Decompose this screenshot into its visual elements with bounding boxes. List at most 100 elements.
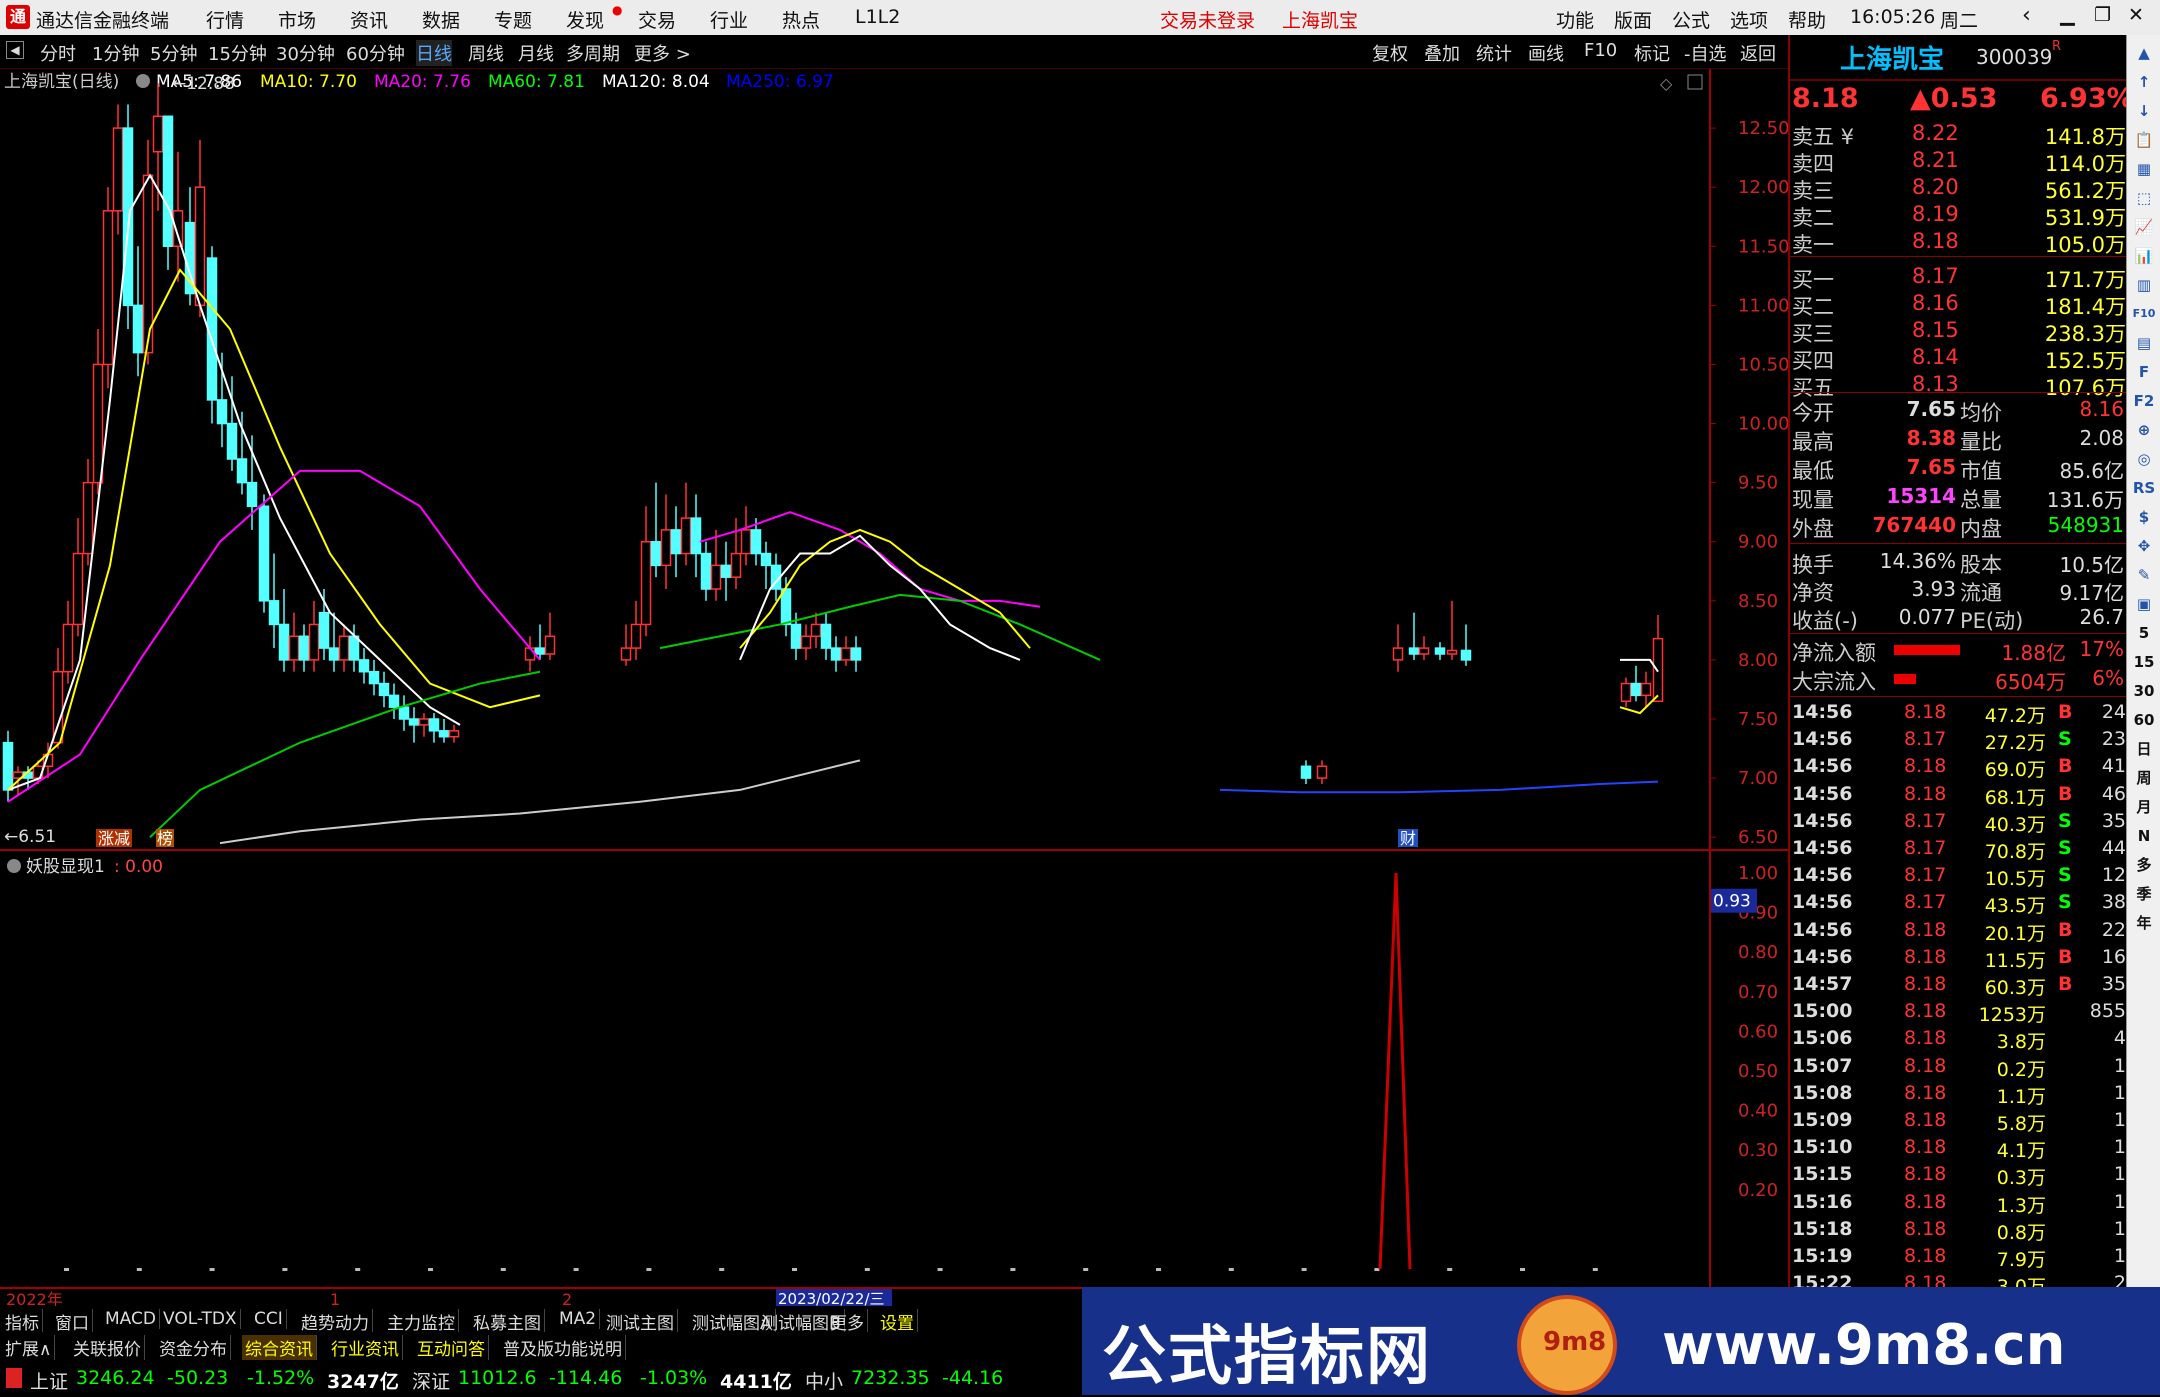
tick-row[interactable]: 14:56 8.18 47.2万 B 24 [1790, 701, 2128, 727]
menu-shichang[interactable]: 市场 [278, 6, 316, 33]
tick-row[interactable]: 15:06 8.18 3.8万 4 [1790, 1027, 2128, 1053]
tick-row[interactable]: 14:56 8.17 43.5万 S 38 [1790, 891, 2128, 917]
side-tool-icon[interactable]: ▣ [2132, 592, 2156, 616]
tick-row[interactable]: 15:18 8.18 0.8万 1 [1790, 1218, 2128, 1244]
back-arrow-icon[interactable]: ‹ [2022, 3, 2031, 28]
diamond-icon[interactable]: ◇ [1660, 74, 1673, 93]
tick-row[interactable]: 15:00 8.18 1253万 855 [1790, 1000, 2128, 1026]
period-multi[interactable]: 多周期 [566, 40, 620, 66]
menu-shuju[interactable]: 数据 [422, 6, 460, 33]
tick-row[interactable]: 14:57 8.18 60.3万 B 35 [1790, 973, 2128, 999]
tick-row[interactable]: 14:56 8.17 70.8万 S 44 [1790, 837, 2128, 863]
indicator-tab[interactable]: 测试主图 [603, 1309, 678, 1334]
ind-settings-icon[interactable] [7, 859, 21, 873]
index-name[interactable]: 中小 [805, 1367, 843, 1394]
info-tab[interactable]: 普及版功能说明 [500, 1335, 626, 1360]
side-tool-icon[interactable]: ▲ [2132, 41, 2156, 65]
indicator-tab[interactable]: MA2 [556, 1309, 601, 1329]
menu-faxian[interactable]: 发现 [566, 6, 604, 33]
indicator-tab[interactable]: 指标 [2, 1309, 43, 1334]
menu-hangqing[interactable]: 行情 [206, 6, 244, 33]
index-name[interactable]: 上证 [30, 1367, 68, 1394]
side-tool-icon[interactable]: 📈 [2132, 215, 2156, 239]
indicator-tab[interactable]: MACD [102, 1309, 160, 1329]
side-tool-icon[interactable]: F10 [2132, 302, 2156, 326]
side-tool-icon[interactable]: 日 [2132, 737, 2156, 761]
side-tool-icon[interactable]: ✥ [2132, 534, 2156, 558]
menu-jiaoyi[interactable]: 交易 [638, 6, 676, 33]
tick-row[interactable]: 15:19 8.18 7.9万 1 [1790, 1245, 2128, 1271]
kline-chart[interactable]: 12.5012.0011.5011.0010.5010.009.509.008.… [0, 69, 1788, 1306]
settings-dot-icon[interactable] [136, 74, 150, 88]
minimize-icon[interactable]: ▁ [2060, 4, 2075, 26]
collapse-icon[interactable]: ◀ [6, 41, 24, 59]
side-tool-icon[interactable]: 年 [2132, 911, 2156, 935]
indicator-tab[interactable]: 窗口 [52, 1309, 93, 1334]
menu-zhuanti[interactable]: 专题 [494, 6, 532, 33]
menu-gongneng[interactable]: 功能 [1556, 6, 1594, 33]
tick-row[interactable]: 15:16 8.18 1.3万 1 [1790, 1191, 2128, 1217]
side-tool-icon[interactable]: F2 [2132, 389, 2156, 413]
period-1min[interactable]: 1分钟 [92, 40, 139, 66]
indicator-tab[interactable]: 趋势动力 [298, 1309, 373, 1334]
tick-row[interactable]: 14:56 8.17 40.3万 S 35 [1790, 810, 2128, 836]
indicator-tab[interactable]: 私募主图 [470, 1309, 545, 1334]
period-5min[interactable]: 5分钟 [150, 40, 197, 66]
side-tool-icon[interactable]: 📊 [2132, 244, 2156, 268]
btn-zixuan[interactable]: -自选 [1684, 40, 1727, 66]
side-tool-icon[interactable]: RS [2132, 476, 2156, 500]
tick-row[interactable]: 14:56 8.18 20.1万 B 22 [1790, 919, 2128, 945]
indicator-tab[interactable]: VOL-TDX [160, 1309, 241, 1329]
indicator-tab[interactable]: 设置 [877, 1309, 918, 1334]
side-tool-icon[interactable]: ▥ [2132, 273, 2156, 297]
indicator-tab[interactable]: 更多 [827, 1309, 868, 1334]
side-tool-icon[interactable]: ✎ [2132, 563, 2156, 587]
side-tool-icon[interactable]: ⬚ [2132, 186, 2156, 210]
tick-row[interactable]: 15:07 8.18 0.2万 1 [1790, 1055, 2128, 1081]
side-tool-icon[interactable]: 📋 [2132, 128, 2156, 152]
side-tool-icon[interactable]: $ [2132, 505, 2156, 529]
btn-huaxian[interactable]: 画线 [1528, 40, 1564, 66]
info-tab[interactable]: 扩展∧ [2, 1335, 56, 1360]
side-tool-icon[interactable]: N [2132, 824, 2156, 848]
side-tool-icon[interactable]: 15 [2132, 650, 2156, 674]
period-daily[interactable]: 日线 [416, 40, 452, 66]
info-tab[interactable]: 行业资讯 [328, 1335, 403, 1360]
indicator-tab[interactable]: 主力监控 [384, 1309, 459, 1334]
btn-biaoji[interactable]: 标记 [1634, 40, 1670, 66]
period-60min[interactable]: 60分钟 [346, 40, 405, 66]
side-tool-icon[interactable]: 季 [2132, 882, 2156, 906]
login-status[interactable]: 交易未登录 [1160, 6, 1255, 33]
period-weekly[interactable]: 周线 [468, 40, 504, 66]
tick-row[interactable]: 15:15 8.18 0.3万 1 [1790, 1163, 2128, 1189]
tick-row[interactable]: 14:56 8.18 69.0万 B 41 [1790, 755, 2128, 781]
btn-diejia[interactable]: 叠加 [1424, 40, 1460, 66]
info-tab[interactable]: 资金分布 [156, 1335, 231, 1360]
tick-row[interactable]: 14:56 8.18 68.1万 B 46 [1790, 783, 2128, 809]
btn-tongji[interactable]: 统计 [1476, 40, 1512, 66]
side-tool-icon[interactable]: F [2132, 360, 2156, 384]
info-tab[interactable]: 关联报价 [70, 1335, 145, 1360]
side-tool-icon[interactable]: 30 [2132, 679, 2156, 703]
period-fenshi[interactable]: 分时 [40, 40, 76, 66]
info-tab[interactable]: 综合资讯 [242, 1335, 317, 1360]
side-tool-icon[interactable]: 5 [2132, 621, 2156, 645]
side-tool-icon[interactable]: ↓ [2132, 99, 2156, 123]
side-tool-icon[interactable]: ▦ [2132, 157, 2156, 181]
side-tool-icon[interactable]: ⊕ [2132, 418, 2156, 442]
close-icon[interactable]: ✕ [2128, 4, 2144, 26]
menu-gongshi[interactable]: 公式 [1672, 6, 1710, 33]
menu-hangye[interactable]: 行业 [710, 6, 748, 33]
indicator-tab[interactable]: CCI [251, 1309, 287, 1329]
btn-fanhui[interactable]: 返回 [1740, 40, 1776, 66]
tick-row[interactable]: 15:08 8.18 1.1万 1 [1790, 1082, 2128, 1108]
btn-fuquan[interactable]: 复权 [1372, 40, 1408, 66]
tick-row[interactable]: 14:56 8.18 11.5万 B 16 [1790, 946, 2128, 972]
period-30min[interactable]: 30分钟 [276, 40, 335, 66]
btn-f10[interactable]: F10 [1584, 40, 1617, 61]
side-tool-icon[interactable]: 多 [2132, 853, 2156, 877]
tick-row[interactable]: 15:09 8.18 5.8万 1 [1790, 1109, 2128, 1135]
period-15min[interactable]: 15分钟 [208, 40, 267, 66]
restore-icon[interactable]: ❐ [2094, 4, 2111, 26]
side-tool-icon[interactable]: ↑ [2132, 70, 2156, 94]
